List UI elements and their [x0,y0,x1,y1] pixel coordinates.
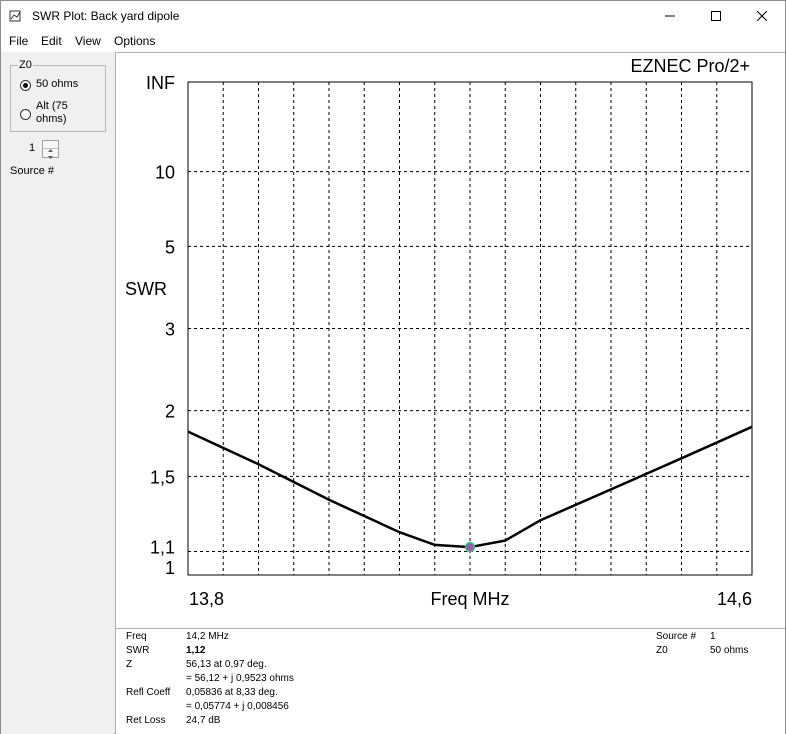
radio-50-ohms[interactable] [20,80,31,91]
radio-50-ohms-label[interactable]: 50 ohms [36,78,78,91]
y-tick-label: 2 [165,402,175,422]
info-source-label: Source # [656,631,697,642]
z0-group: Z0 50 ohms Alt (75 ohms) [10,59,106,132]
eznec-brand-label: EZNEC Pro/2+ [630,56,750,76]
close-icon [757,11,767,21]
info-retloss-value: 24,7 dB [186,715,221,726]
x-tick-label-min: 13,8 [189,589,224,609]
y-tick-label: 10 [155,163,175,183]
info-refl-label: Refl Coeff [126,687,171,698]
z0-group-label: Z0 [18,59,33,71]
y-tick-label: 1,1 [150,538,175,558]
info-swr-value: 1,12 [186,645,206,656]
info-z-polar: 56,13 at 0,97 deg. [186,659,267,670]
source-spinner[interactable] [42,140,59,159]
menu-view[interactable]: View [75,34,101,48]
source-number-label: Source # [10,165,55,177]
info-retloss-label: Ret Loss [126,715,166,726]
radio-alt-ohms[interactable] [20,109,31,120]
y-axis-label: SWR [125,279,167,299]
info-panel: Freq 14,2 MHz SWR 1,12 Z 56,13 at 0,97 d… [115,628,785,734]
info-source-value: 1 [710,631,716,642]
y-tick-label: INF [146,73,175,93]
x-tick-label-max: 14,6 [717,589,752,609]
info-refl-polar: 0,05836 at 8,33 deg. [186,687,278,698]
source-number-value[interactable]: 1 [29,142,35,154]
window-title: SWR Plot: Back yard dipole [32,9,180,23]
y-tick-label: 5 [165,237,175,257]
info-z0-value: 50 ohms [710,645,749,656]
radio-selected-dot [23,83,28,88]
y-tick-label: 1 [165,558,175,578]
info-swr-label: SWR [126,645,150,656]
grid-lines [188,82,752,575]
maximize-button[interactable] [693,1,739,31]
menu-bar: File Edit View Options [1,31,785,52]
left-panel: Z0 50 ohms Alt (75 ohms) 1 Source # [1,52,114,734]
minimize-icon [665,15,675,17]
menu-file[interactable]: File [9,34,28,48]
minimize-button[interactable] [647,1,693,31]
app-icon [9,10,21,22]
chevron-down-icon [48,156,53,159]
swr-plot-window: SWR Plot: Back yard dipole File Edit Vie… [0,0,786,734]
freq-marker[interactable] [464,541,476,553]
menu-options[interactable]: Options [114,34,155,48]
title-bar[interactable]: SWR Plot: Back yard dipole [1,1,785,31]
info-z-rect: = 56,12 + j 0,9523 ohms [186,673,294,684]
spinner-down-button[interactable] [43,149,58,159]
info-freq-label: Freq [126,631,147,642]
close-button[interactable] [739,1,785,31]
radio-alt-ohms-label[interactable]: Alt (75 ohms) [36,100,96,126]
spinner-up-button[interactable] [43,141,58,152]
info-refl-rect: = 0,05774 + j 0,008456 [186,701,289,712]
swr-chart: INF 10 5 3 2 1,5 1,11 SWR EZNEC Pro/2+ 13,8 14… [125,56,753,609]
swr-plot-area: INF 10 5 3 2 1,5 1,1 1 SWR EZNEC Pro/2+ 13,8 14… [115,52,785,628]
y-tick-labels: INF 10 5 3 2 1,5 1,11 [146,73,175,578]
x-axis-label: Freq MHz [430,589,509,609]
info-z0-label: Z0 [656,645,668,656]
menu-edit[interactable]: Edit [41,34,62,48]
maximize-icon [711,11,721,21]
info-freq-value: 14,2 MHz [186,631,229,642]
y-tick-label: 1,5 [150,467,175,487]
info-z-label: Z [126,659,133,670]
y-tick-label: 3 [165,320,175,340]
